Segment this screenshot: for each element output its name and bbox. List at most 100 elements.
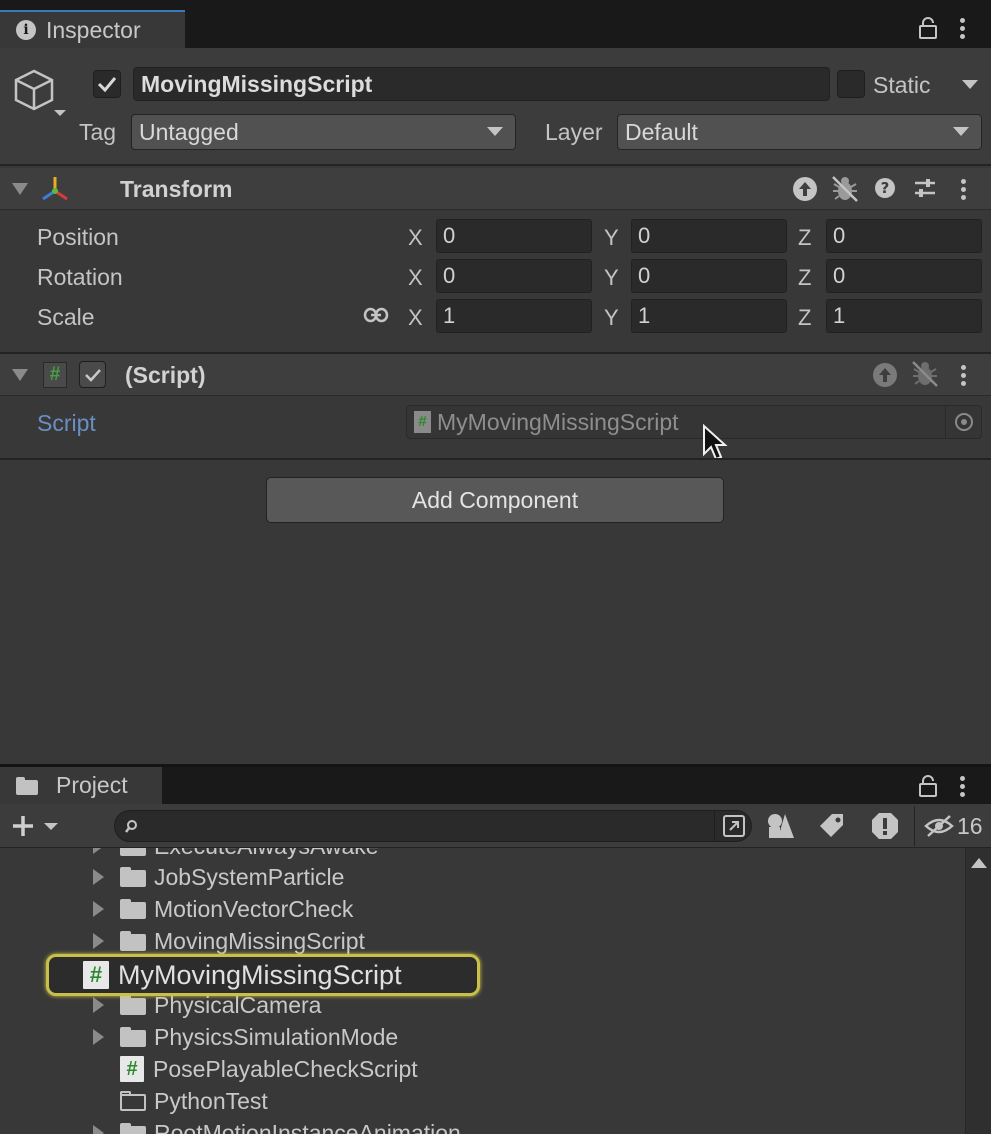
rotation-y-label[interactable]: Y [604, 265, 619, 291]
script-debug-bug-icon[interactable] [910, 359, 940, 389]
layer-dropdown[interactable]: Default [617, 114, 982, 150]
expand-arrow-icon[interactable] [93, 901, 104, 917]
tag-chevron-down-icon [487, 127, 503, 136]
scale-link-icon[interactable] [363, 306, 389, 324]
static-checkbox[interactable] [837, 70, 865, 98]
expand-arrow-icon[interactable] [93, 933, 104, 949]
position-y-field[interactable]: 0 [631, 219, 787, 253]
active-checkbox[interactable] [93, 70, 121, 98]
scale-y-value: 1 [638, 303, 651, 328]
search-input[interactable] [114, 810, 752, 842]
folder-icon [120, 899, 146, 919]
tab-inspector[interactable]: i Inspector [0, 10, 185, 48]
rotation-z-field[interactable]: 0 [826, 259, 982, 293]
log-types-warning-icon[interactable] [870, 811, 900, 841]
script-field-value: MyMovingMissingScript [437, 408, 679, 435]
tab-inspector-label: Inspector [46, 16, 141, 43]
tree-item[interactable]: PythonTest [120, 1085, 268, 1117]
position-x-label[interactable]: X [408, 225, 423, 251]
scroll-up-arrow-icon[interactable] [971, 858, 987, 868]
rotation-y-field[interactable]: 0 [631, 259, 787, 293]
tree-item[interactable]: PhysicsSimulationMode [93, 1021, 398, 1053]
scale-label: Scale [37, 304, 95, 330]
scale-y-field[interactable]: 1 [631, 299, 787, 333]
script-field-label: Script [37, 410, 96, 436]
filter-by-label-icon[interactable] [818, 812, 846, 840]
script-menu-icon[interactable] [961, 365, 967, 389]
scale-x-field[interactable]: 1 [436, 299, 592, 333]
transform-override-icon[interactable] [792, 176, 818, 202]
transform-axes-icon [40, 175, 70, 203]
scale-x-label[interactable]: X [408, 305, 423, 331]
tab-project-label: Project [56, 772, 128, 798]
lock-icon[interactable] [918, 17, 938, 39]
tree-item-label: MotionVectorCheck [154, 895, 354, 922]
position-z-field[interactable]: 0 [826, 219, 982, 253]
tree-item[interactable]: ExecuteAlwaysAwake [93, 848, 379, 862]
expand-arrow-icon[interactable] [93, 848, 104, 854]
scale-x-value: 1 [443, 303, 456, 328]
search-icon [125, 819, 141, 835]
search-by-scene-icon[interactable] [714, 810, 752, 842]
tree-item[interactable]: MotionVectorCheck [93, 893, 353, 925]
rotation-z-label[interactable]: Z [798, 265, 811, 291]
transform-foldout-icon[interactable] [12, 183, 28, 195]
tab-project[interactable]: Project [0, 767, 162, 804]
transform-menu-icon[interactable] [961, 179, 967, 203]
hidden-packages-eye-icon[interactable]: 16 [914, 806, 991, 846]
scale-y-label[interactable]: Y [604, 305, 619, 331]
rotation-x-label[interactable]: X [408, 265, 423, 291]
tag-value: Untagged [139, 118, 239, 145]
script-override-icon[interactable] [872, 362, 898, 388]
position-x-value: 0 [443, 223, 456, 248]
script-component-hash-icon: # [43, 362, 67, 388]
transform-title: Transform [120, 176, 233, 202]
create-plus-icon[interactable] [10, 814, 62, 838]
tree-item[interactable]: # PosePlayableCheckScript [120, 1053, 418, 1085]
layer-chevron-down-icon [953, 127, 969, 136]
project-lock-icon[interactable] [918, 775, 938, 797]
tree-item-label: PythonTest [154, 1087, 268, 1114]
script-enabled-checkbox[interactable] [79, 361, 106, 388]
object-name-field[interactable]: MovingMissingScript [133, 67, 830, 101]
add-component-button[interactable]: Add Component [266, 477, 724, 523]
dragged-script-item[interactable]: # MyMovingMissingScript [46, 954, 480, 996]
filter-by-type-icon[interactable] [766, 812, 796, 840]
folder-icon [120, 995, 146, 1015]
folder-icon [120, 1123, 146, 1134]
object-picker-icon[interactable] [945, 406, 981, 438]
component-divider-2 [0, 458, 991, 460]
project-scrollbar[interactable] [965, 848, 991, 1134]
expand-arrow-icon[interactable] [93, 997, 104, 1013]
script-foldout-icon[interactable] [12, 369, 28, 381]
rotation-x-field[interactable]: 0 [436, 259, 592, 293]
project-menu-icon[interactable] [960, 776, 966, 800]
tree-item-label: PhysicsSimulationMode [154, 1023, 399, 1050]
folder-icon [120, 1027, 146, 1047]
tree-item[interactable]: RootMotionInstanceAnimation [93, 1117, 461, 1134]
scale-z-field[interactable]: 1 [826, 299, 982, 333]
tree-item[interactable]: JobSystemParticle [93, 861, 344, 893]
gameobject-cube-icon[interactable] [12, 68, 68, 120]
tree-item[interactable]: MovingMissingScript [93, 925, 365, 957]
rotation-x-value: 0 [443, 263, 456, 288]
rotation-z-value: 0 [833, 263, 846, 288]
transform-presets-icon[interactable] [913, 177, 937, 199]
tree-item-label: PosePlayableCheckScript [153, 1055, 418, 1082]
tag-dropdown[interactable]: Untagged [131, 114, 516, 150]
inspector-menu-icon[interactable] [960, 18, 966, 42]
position-x-field[interactable]: 0 [436, 219, 592, 253]
expand-arrow-icon[interactable] [93, 869, 104, 885]
position-z-label[interactable]: Z [798, 225, 811, 251]
transform-debug-bug-icon[interactable] [830, 174, 860, 204]
folder-icon [120, 867, 146, 887]
info-icon: i [16, 20, 36, 40]
script-object-field[interactable]: # MyMovingMissingScript [406, 405, 982, 439]
expand-arrow-icon[interactable] [93, 1125, 104, 1134]
static-dropdown-icon[interactable] [962, 80, 978, 89]
position-y-label[interactable]: Y [604, 225, 619, 251]
transform-help-icon[interactable]: ? [874, 177, 896, 199]
expand-arrow-icon[interactable] [93, 1029, 104, 1045]
static-label: Static [873, 72, 931, 98]
scale-z-label[interactable]: Z [798, 305, 811, 331]
